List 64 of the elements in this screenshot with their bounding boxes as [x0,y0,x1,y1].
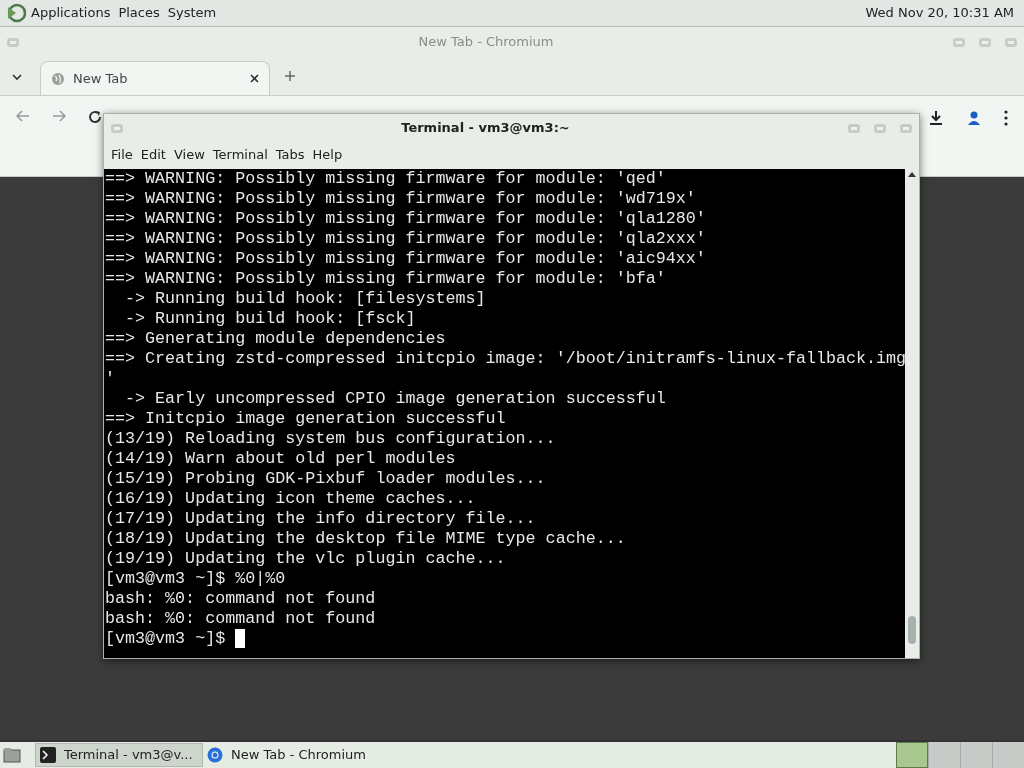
terminal-line: bash: %0: command not found [105,609,376,629]
globe-icon [51,71,65,86]
distro-logo-icon[interactable] [6,3,26,23]
scrollbar-thumb[interactable] [908,616,916,644]
download-icon[interactable] [928,110,944,126]
terminal-line: ' [105,369,115,389]
terminal-line: -> Early uncompressed CPIO image generation successful [124,389,666,409]
window-title: Terminal - vm3@vm3:~ [400,118,571,137]
terminal-line: (18/19) Updating the desktop file MIME type cache... [105,529,626,549]
terminal-line: (19/19) Updating the vlc plugin cache... [105,549,506,569]
profile-icon[interactable] [966,110,982,126]
panel-menu[interactable]: System [164,3,220,23]
terminal-line: (14/19) Warn about old perl modules [105,449,456,469]
taskbar-button[interactable]: Terminal - vm3@v... [35,743,203,767]
browser-icon [207,747,223,763]
terminal-line: bash: %0: command not found [105,589,376,609]
menu-item[interactable]: Edit [137,145,169,165]
terminal-line: (17/19) Updating the info directory file... [105,509,536,529]
terminal-icon [40,747,56,763]
terminal-line: ==> WARNING: Possibly missing firmware for module: 'qla1280' [105,209,706,229]
workspace-switcher[interactable] [896,742,1024,768]
terminal-line: ==> Generating module dependencies [105,329,446,349]
window-title: New Tab - Chromium [417,32,555,51]
terminal-line: -> Running build hook: [fsck] [124,309,416,329]
text-cursor [235,629,246,648]
terminal-line: ==> Initcpio image generation successful [105,409,506,429]
maximize-icon[interactable] [978,35,992,48]
terminal-line: ==> WARNING: Possibly missing firmware for module: 'qed' [105,169,666,189]
terminal-line: [vm3@vm3 ~]$ %0|%0 [105,569,286,589]
reload-icon[interactable] [88,110,102,124]
window-menu-icon[interactable] [110,121,124,134]
terminal-line: (15/19) Probing GDK-Pixbuf loader modules... [105,469,546,489]
minimize-icon[interactable] [952,35,966,48]
terminal-line: (13/19) Reloading system bus configuration... [105,429,556,449]
back-icon[interactable] [16,110,30,122]
shell-prompt: [vm3@vm3 ~]$ [105,629,227,649]
terminal-line: -> Running build hook: [filesystems] [124,289,486,309]
menu-item[interactable]: File [108,145,136,165]
terminal-line: ==> WARNING: Possibly missing firmware for module: 'wd719x' [105,189,696,209]
terminal-line: ==> WARNING: Possibly missing firmware for module: 'bfa' [105,269,666,289]
menu-item[interactable]: Tabs [272,145,308,165]
browser-tab[interactable]: New Tab [40,61,270,95]
maximize-icon[interactable] [873,121,887,134]
terminal-line: ==> Creating zstd-compressed initcpio image: '/boot/initramfs-linux-fallback.img [105,349,905,369]
new-tab-icon[interactable] [284,70,296,82]
scroll-up-icon[interactable] [908,171,916,177]
window-menu-icon[interactable] [6,35,20,48]
close-icon[interactable] [250,74,259,83]
minimize-icon[interactable] [847,121,861,134]
show-desktop-icon[interactable] [3,747,21,763]
clock[interactable]: Wed Nov 20, 10:31 AM [865,3,1014,23]
menu-item[interactable]: View [170,145,208,165]
menu-item[interactable]: Help [309,145,346,165]
panel-menu[interactable]: Applications [28,3,114,23]
terminal-line: (16/19) Updating icon theme caches... [105,489,476,509]
more-menu-icon[interactable] [1004,110,1008,126]
taskbar-button[interactable]: New Tab - Chromium [203,743,371,767]
terminal-line: ==> WARNING: Possibly missing firmware for module: 'aic94xx' [105,249,706,269]
scrollbar[interactable] [905,169,919,658]
panel-menu[interactable]: Places [115,3,163,23]
terminal-line: ==> WARNING: Possibly missing firmware for module: 'qla2xxx' [105,229,706,249]
forward-icon[interactable] [52,110,66,122]
menu-item[interactable]: Terminal [209,145,271,165]
chevron-down-icon[interactable] [12,73,22,81]
